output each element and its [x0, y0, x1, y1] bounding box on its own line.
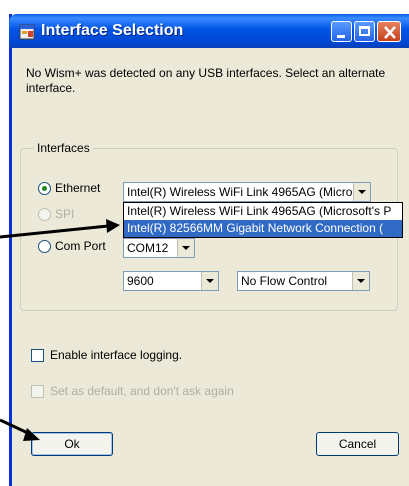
ethernet-adapter-select[interactable]: Intel(R) Wireless WiFi Link 4965AG (Micr…	[123, 182, 371, 202]
maximize-button[interactable]	[354, 21, 375, 42]
default-checkbox[interactable]	[31, 385, 44, 398]
flow-control-value: No Flow Control	[241, 274, 328, 288]
default-checkbox-label: Set as default, and don't ask again	[50, 384, 234, 398]
chevron-down-icon	[358, 190, 366, 194]
baud-rate-value: 9600	[127, 274, 154, 288]
flow-control-dropdown-button[interactable]	[352, 272, 369, 290]
spi-radio-label: SPI	[55, 207, 75, 221]
flow-control-select[interactable]: No Flow Control	[237, 271, 370, 291]
chevron-down-icon	[182, 246, 190, 250]
window-title: Interface Selection	[41, 22, 184, 39]
status-message: No Wism+ was detected on any USB interfa…	[26, 66, 386, 95]
logging-checkbox-label[interactable]: Enable interface logging.	[50, 348, 182, 362]
ethernet-adapter-dropdown-button[interactable]	[353, 183, 370, 201]
app-window-icon	[19, 24, 35, 40]
ethernet-radio-label[interactable]: Ethernet	[55, 181, 100, 195]
com-port-select[interactable]: COM12	[123, 238, 195, 258]
ethernet-adapter-value: Intel(R) Wireless WiFi Link 4965AG (Micr…	[127, 185, 365, 199]
minimize-icon	[337, 35, 345, 38]
baud-rate-select[interactable]: 9600	[123, 271, 219, 291]
spi-radio[interactable]	[38, 208, 51, 221]
ethernet-adapter-dropdown-list[interactable]: Intel(R) Wireless WiFi Link 4965AG (Micr…	[123, 202, 403, 238]
chevron-down-icon	[357, 279, 365, 283]
ethernet-radio[interactable]	[38, 182, 51, 195]
close-icon	[384, 26, 396, 39]
ok-button[interactable]: Ok	[31, 432, 113, 456]
com-port-radio[interactable]	[38, 240, 51, 253]
close-button[interactable]	[377, 21, 401, 42]
cancel-button[interactable]: Cancel	[316, 432, 399, 456]
baud-rate-dropdown-button[interactable]	[201, 272, 218, 290]
com-port-value: COM12	[127, 241, 169, 255]
chevron-down-icon	[206, 279, 214, 283]
minimize-button[interactable]	[331, 21, 352, 42]
interfaces-group-label: Interfaces	[34, 141, 93, 155]
dropdown-option-selected[interactable]: Intel(R) 82566MM Gigabit Network Connect…	[124, 220, 402, 237]
logging-checkbox[interactable]	[31, 349, 44, 362]
maximize-icon	[359, 26, 370, 36]
title-bar[interactable]: Interface Selection	[9, 14, 409, 48]
com-port-dropdown-button[interactable]	[177, 239, 194, 257]
com-port-radio-label[interactable]: Com Port	[55, 239, 106, 253]
dropdown-option[interactable]: Intel(R) Wireless WiFi Link 4965AG (Micr…	[124, 203, 402, 220]
